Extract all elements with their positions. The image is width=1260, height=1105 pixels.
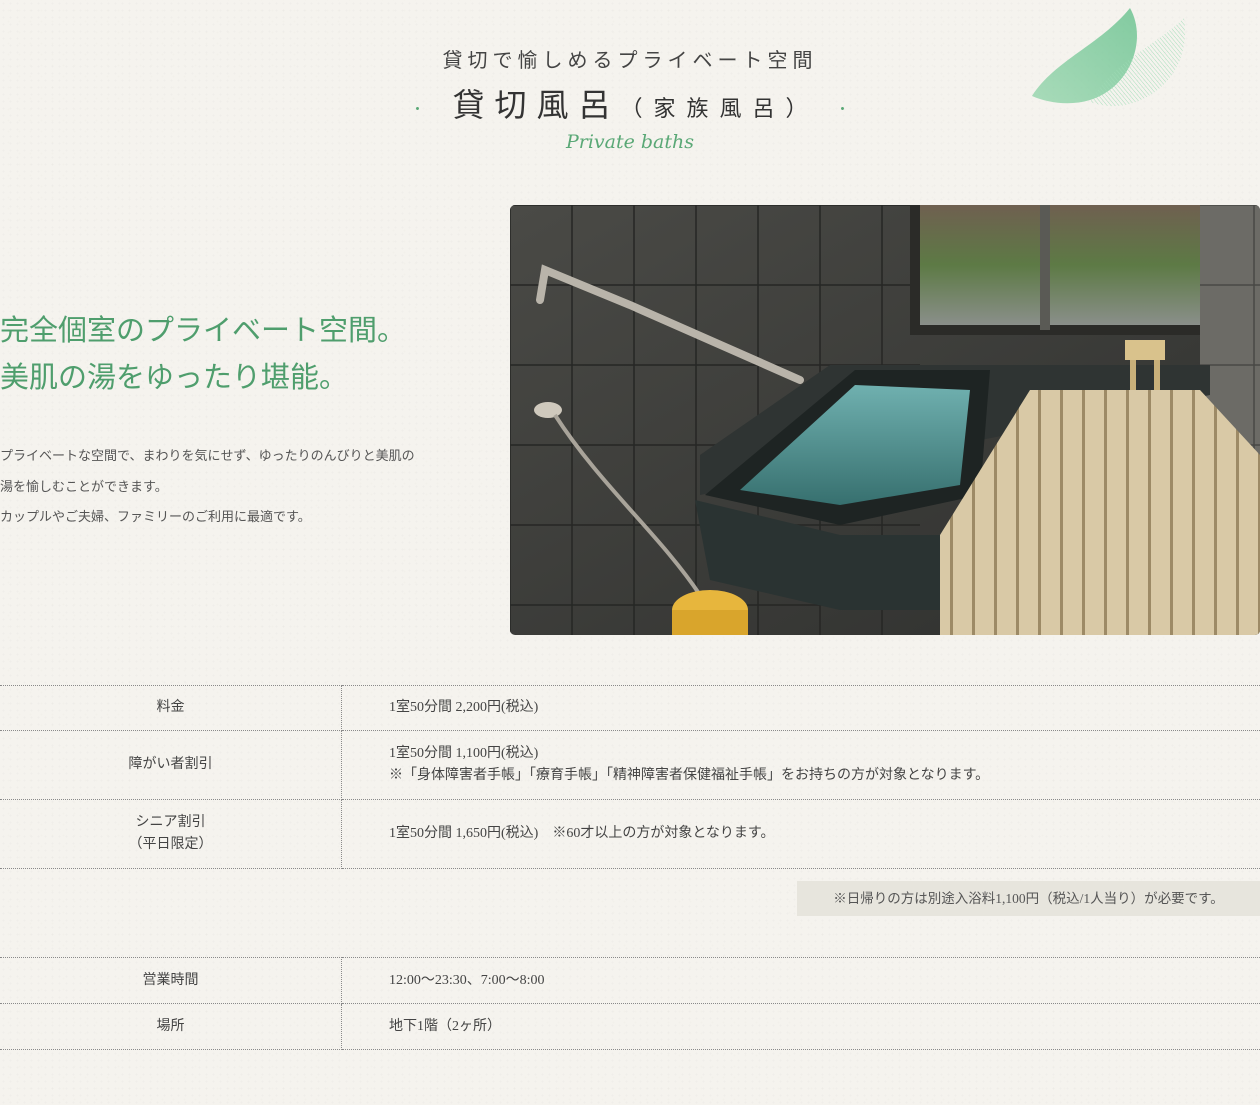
table-label: シニア割引 （平日限定）: [0, 799, 342, 869]
catch-copy: 完全個室のプライベート空間。 美肌の湯をゆったり堪能。: [0, 308, 406, 402]
table-value: 1室50分間 2,200円(税込): [341, 685, 1260, 731]
day-visitor-note: ※日帰りの方は別途入浴料1,100円（税込/1人当り）が必要です。: [797, 881, 1260, 916]
table-value-line: 1室50分間 1,100円(税込): [389, 746, 539, 761]
pricing-table: 料金 1室50分間 2,200円(税込) 障がい者割引 1室50分間 1,100…: [0, 685, 1260, 869]
description-line: カップルやご夫婦、ファミリーのご利用に最適です。: [0, 509, 311, 524]
private-bath-photo: [510, 205, 1260, 635]
title-main: 貸切風呂: [452, 87, 621, 123]
table-label: 料金: [0, 685, 342, 731]
table-value: 1室50分間 1,100円(税込) ※「身体障害者手帳」「療育手帳」「精神障害者…: [341, 730, 1260, 800]
table-label: 営業時間: [0, 957, 342, 1004]
table-label-line: シニア割引: [135, 815, 206, 830]
page-subtitle: 貸切で愉しめるプライベート空間: [442, 50, 818, 72]
catch-line: 完全個室のプライベート空間。: [0, 315, 407, 347]
description: プライベートな空間で、まわりを気にせず、ゆったりのんびりと美肌の 湯を愉しむこと…: [0, 441, 450, 533]
page-title-english: Private baths: [565, 131, 695, 153]
table-value: 1室50分間 1,650円(税込) ※60才以上の方が対象となります。: [341, 799, 1260, 869]
table-row: シニア割引 （平日限定） 1室50分間 1,650円(税込) ※60才以上の方が…: [0, 799, 1260, 869]
title-dot-left: ・: [410, 102, 425, 118]
hours-table: 営業時間 12:00～23:30、7:00～8:00 場所 地下1階（2ヶ所）: [0, 957, 1260, 1050]
table-value-line: ※「身体障害者手帳」「療育手帳」「精神障害者保健福祉手帳」をお持ちの方が対象とな…: [389, 768, 990, 783]
title-paren: （家族風呂）: [620, 96, 808, 121]
table-value: 地下1階（2ヶ所）: [341, 1003, 1260, 1050]
table-row: 場所 地下1階（2ヶ所）: [0, 1003, 1260, 1050]
title-dot-right: ・: [835, 102, 850, 118]
table-row: 営業時間 12:00～23:30、7:00～8:00: [0, 957, 1260, 1004]
description-line: 湯を愉しむことができます。: [0, 478, 168, 494]
table-label: 場所: [0, 1003, 342, 1050]
catch-line: 美肌の湯をゆったり堪能。: [0, 362, 349, 394]
table-value: 12:00～23:30、7:00～8:00: [341, 957, 1260, 1004]
description-line: プライベートな空間で、まわりを気にせず、ゆったりのんびりと美肌の: [0, 448, 415, 463]
table-label-line: （平日限定）: [128, 837, 213, 852]
table-row: 障がい者割引 1室50分間 1,100円(税込) ※「身体障害者手帳」「療育手帳…: [0, 730, 1260, 800]
table-row: 料金 1室50分間 2,200円(税込): [0, 685, 1260, 731]
table-label: 障がい者割引: [0, 730, 342, 800]
page-title: ・ 貸切風呂（家族風呂） ・: [0, 80, 1260, 126]
